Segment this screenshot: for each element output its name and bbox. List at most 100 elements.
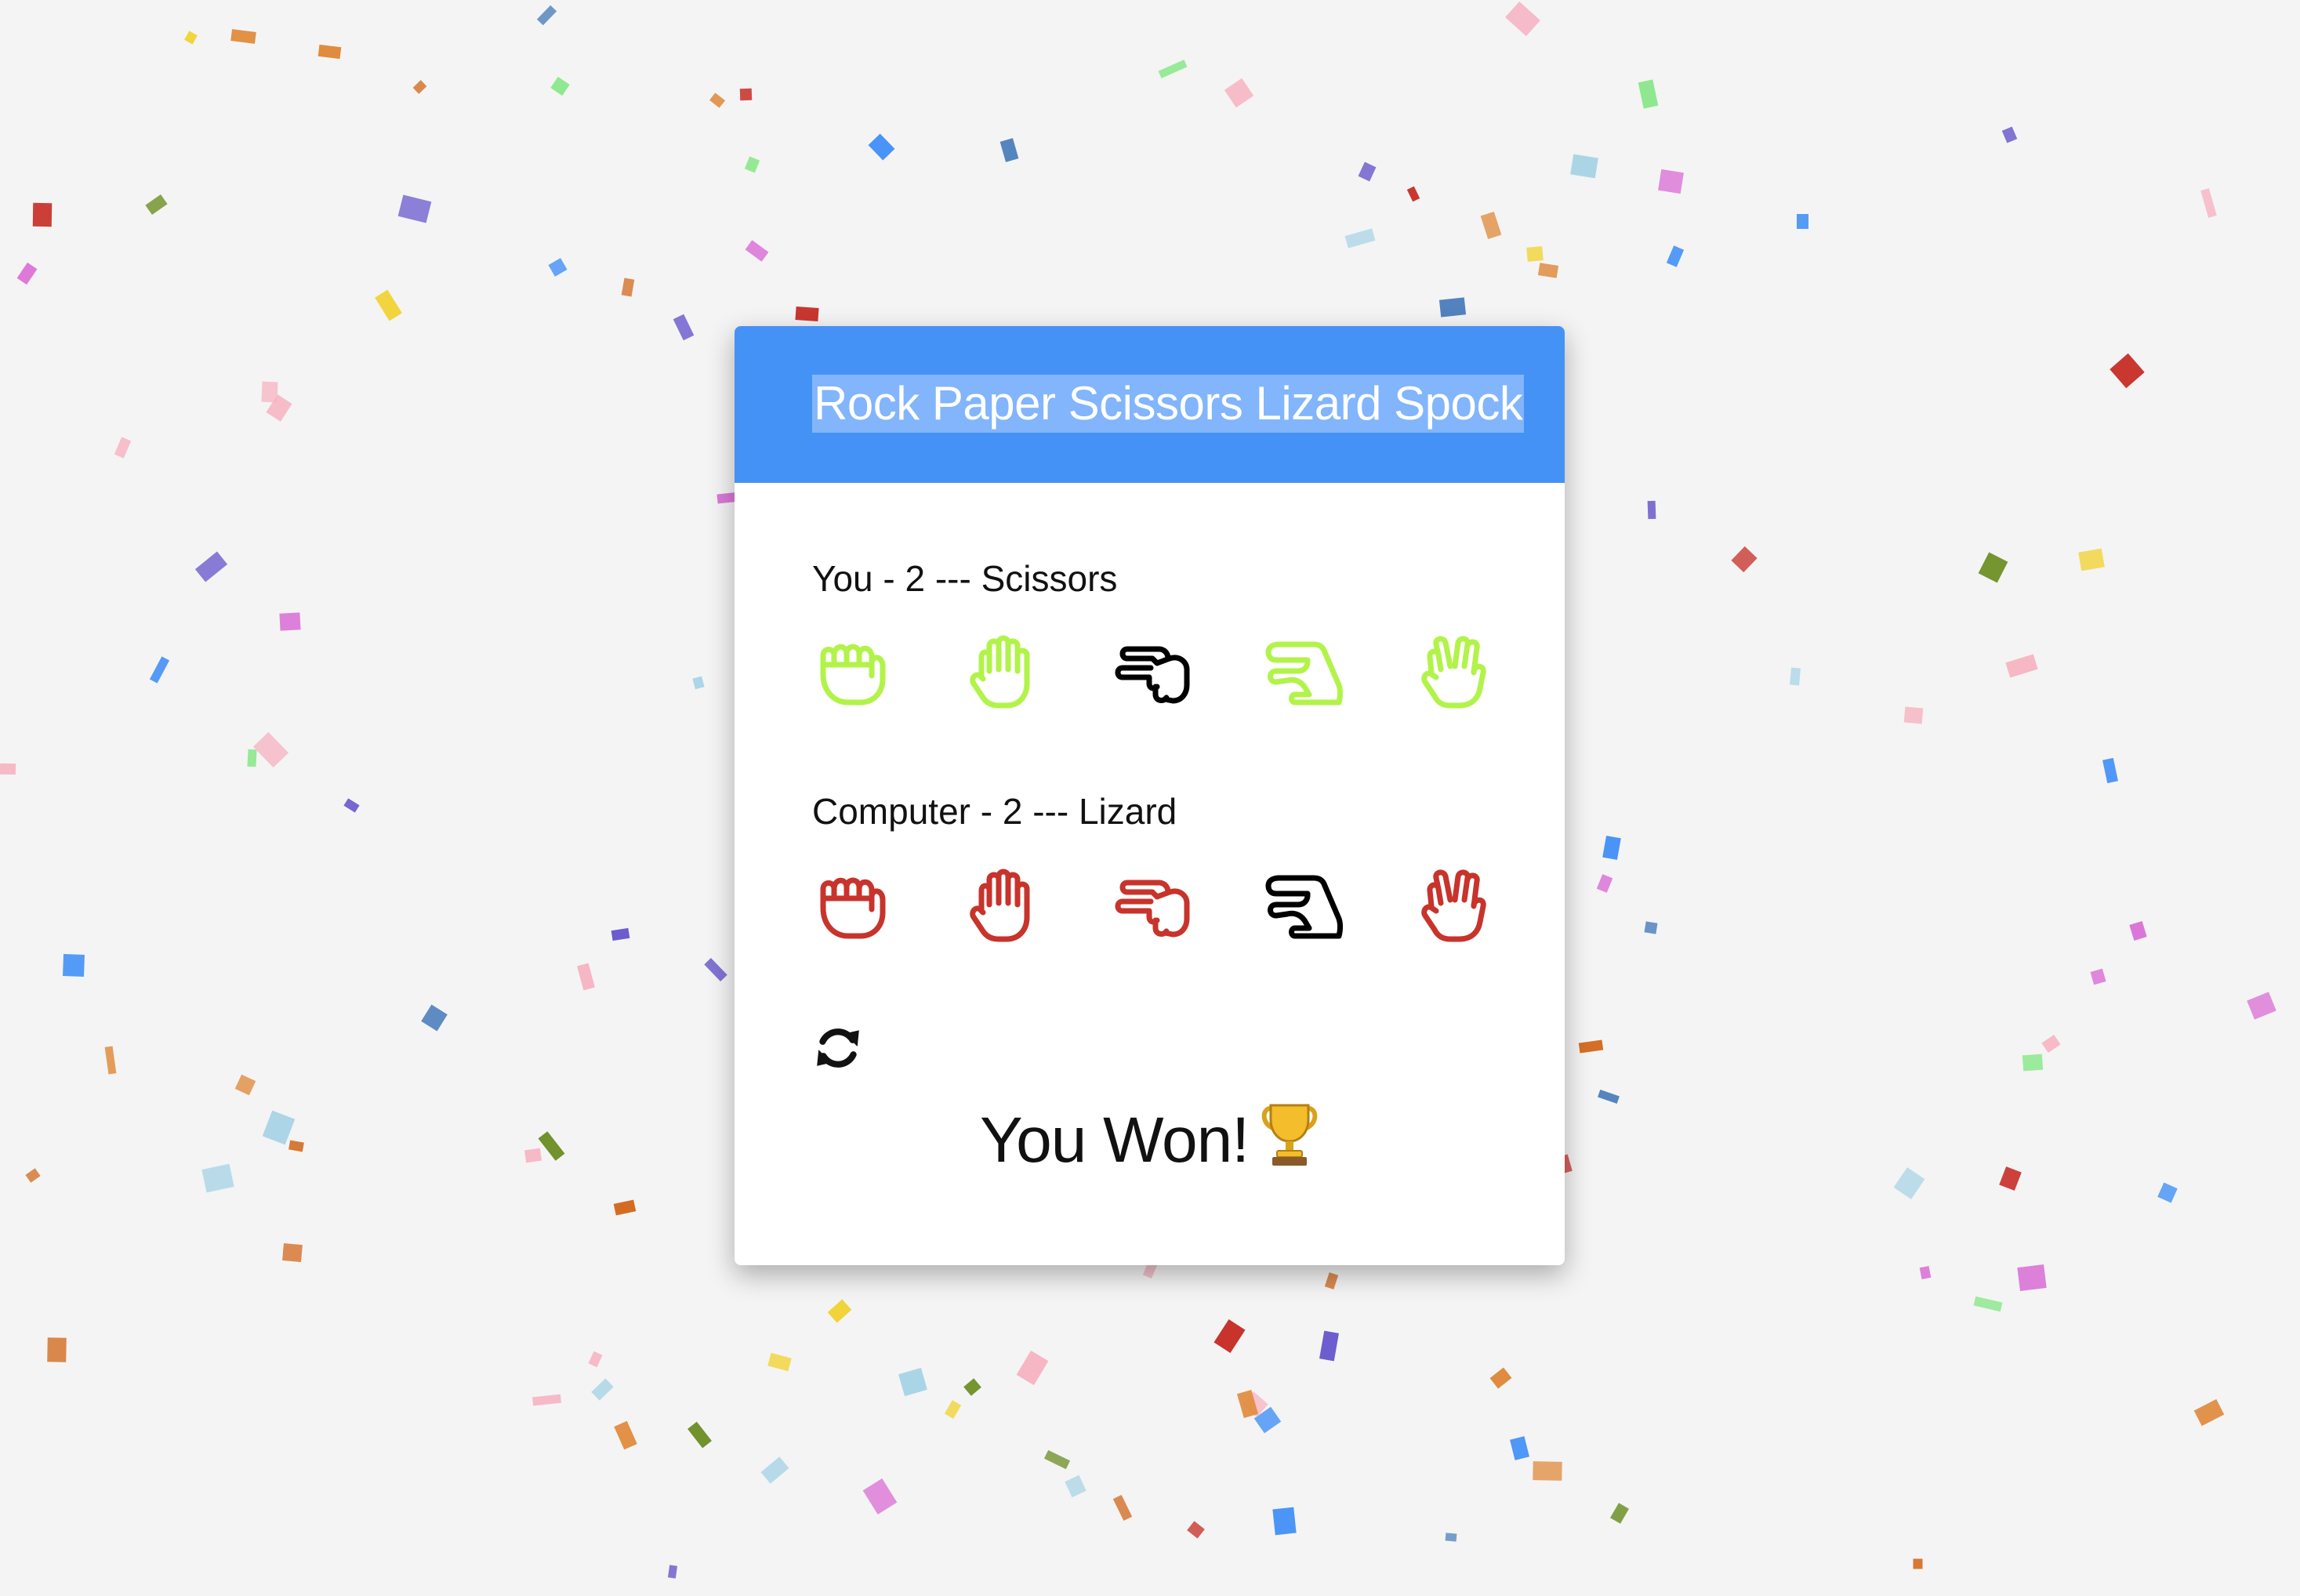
player-score-label: You - 2 --- Scissors xyxy=(812,558,1118,599)
confetti-piece xyxy=(397,194,432,223)
confetti-piece xyxy=(588,1351,603,1368)
confetti-piece xyxy=(1893,1167,1925,1199)
confetti-piece xyxy=(2110,353,2145,389)
confetti-piece xyxy=(1406,186,1420,202)
game-card: Rock Paper Scissors Lizard Spock You - 2… xyxy=(735,326,1565,1265)
confetti-piece xyxy=(745,240,769,262)
confetti-piece xyxy=(550,76,570,96)
refresh-icon xyxy=(817,1028,859,1068)
confetti-piece xyxy=(1187,1521,1205,1539)
computer-choice-spock xyxy=(1414,865,1496,947)
confetti-piece xyxy=(266,394,292,422)
confetti-piece xyxy=(1324,1272,1339,1289)
player-choice-scissors[interactable] xyxy=(1113,632,1195,713)
confetti-piece xyxy=(2022,1054,2044,1072)
computer-choices xyxy=(812,865,1486,952)
spock-hand-icon xyxy=(1421,636,1486,709)
confetti-piece xyxy=(687,1421,712,1449)
confetti-piece xyxy=(2102,757,2118,784)
confetti-piece xyxy=(16,262,38,285)
confetti-piece xyxy=(201,1163,234,1193)
paper-hand-icon xyxy=(970,635,1030,709)
confetti-piece xyxy=(2247,992,2276,1020)
confetti-piece xyxy=(548,258,568,277)
confetti-piece xyxy=(1158,60,1188,78)
confetti-piece xyxy=(1224,78,1254,108)
rock-hand-icon xyxy=(820,644,886,706)
confetti-piece xyxy=(692,676,705,690)
confetti-piece xyxy=(317,44,342,60)
confetti-piece xyxy=(194,551,228,582)
confetti-piece xyxy=(611,927,630,941)
confetti-piece xyxy=(614,1420,637,1450)
confetti-piece xyxy=(230,29,256,44)
confetti-piece xyxy=(2193,1398,2225,1427)
confetti-piece xyxy=(591,1378,614,1401)
confetti-piece xyxy=(709,92,725,108)
confetti-piece xyxy=(1999,1166,2022,1191)
player-choices xyxy=(812,632,1486,718)
confetti-piece xyxy=(282,1242,303,1263)
rock-hand-icon xyxy=(820,877,886,939)
confetti-piece xyxy=(2129,920,2147,941)
confetti-piece xyxy=(104,1046,117,1075)
confetti-piece xyxy=(279,612,301,631)
player-choice-rock[interactable] xyxy=(812,632,894,713)
confetti-piece xyxy=(704,958,727,981)
computer-choice-lizard xyxy=(1264,865,1345,947)
confetti-piece xyxy=(47,1337,67,1362)
confetti-piece xyxy=(1666,245,1685,267)
confetti-piece xyxy=(421,1004,448,1032)
confetti-piece xyxy=(412,80,427,94)
confetti-piece xyxy=(536,5,557,26)
scissors-hand-icon xyxy=(1115,646,1190,704)
confetti-piece xyxy=(1272,1507,1297,1536)
confetti-piece xyxy=(1638,79,1659,109)
confetti-piece xyxy=(1602,836,1621,860)
confetti-piece xyxy=(261,381,278,403)
confetti-piece xyxy=(32,202,53,227)
confetti-piece xyxy=(252,731,289,768)
computer-choice-scissors xyxy=(1113,865,1195,947)
confetti-piece xyxy=(1537,263,1559,278)
confetti-piece xyxy=(247,749,257,767)
confetti-piece xyxy=(288,1140,304,1152)
confetti-piece xyxy=(343,798,360,813)
confetti-piece xyxy=(1903,706,1924,724)
confetti-piece xyxy=(1505,1,1540,37)
confetti-piece xyxy=(2005,654,2038,678)
confetti-piece xyxy=(145,194,168,216)
confetti-piece xyxy=(739,88,753,101)
confetti-piece xyxy=(1344,228,1376,248)
confetti-piece xyxy=(744,156,760,173)
result-message: You Won! xyxy=(735,1102,1565,1178)
confetti-piece xyxy=(1978,552,2008,583)
player-choice-spock[interactable] xyxy=(1414,632,1496,713)
confetti-piece xyxy=(999,138,1019,162)
confetti-piece xyxy=(2041,1034,2061,1054)
confetti-piece xyxy=(1973,1296,2003,1312)
computer-score-label: Computer - 2 --- Lizard xyxy=(812,791,1177,832)
confetti-piece xyxy=(621,277,635,297)
confetti-piece xyxy=(1213,1319,1246,1353)
player-choice-lizard[interactable] xyxy=(1264,632,1345,713)
player-choice-paper[interactable] xyxy=(963,632,1044,713)
confetti-piece xyxy=(1319,1330,1339,1362)
trophy-icon xyxy=(1260,1102,1319,1168)
spock-hand-icon xyxy=(1421,869,1486,942)
confetti-piece xyxy=(577,963,595,991)
confetti-piece xyxy=(184,31,198,45)
confetti-piece xyxy=(1578,1039,1604,1054)
computer-choice-rock xyxy=(812,865,894,947)
confetti-piece xyxy=(1253,1406,1282,1434)
lizard-hand-icon xyxy=(1265,875,1343,939)
confetti-piece xyxy=(0,763,16,775)
confetti-piece xyxy=(1480,211,1502,240)
confetti-piece xyxy=(63,954,85,977)
confetti-piece xyxy=(1797,214,1808,229)
lizard-hand-icon xyxy=(1265,641,1343,706)
refresh-button[interactable] xyxy=(812,1022,864,1074)
confetti-piece xyxy=(25,1168,41,1183)
confetti-piece xyxy=(1358,161,1377,182)
confetti-piece xyxy=(1489,1367,1512,1389)
